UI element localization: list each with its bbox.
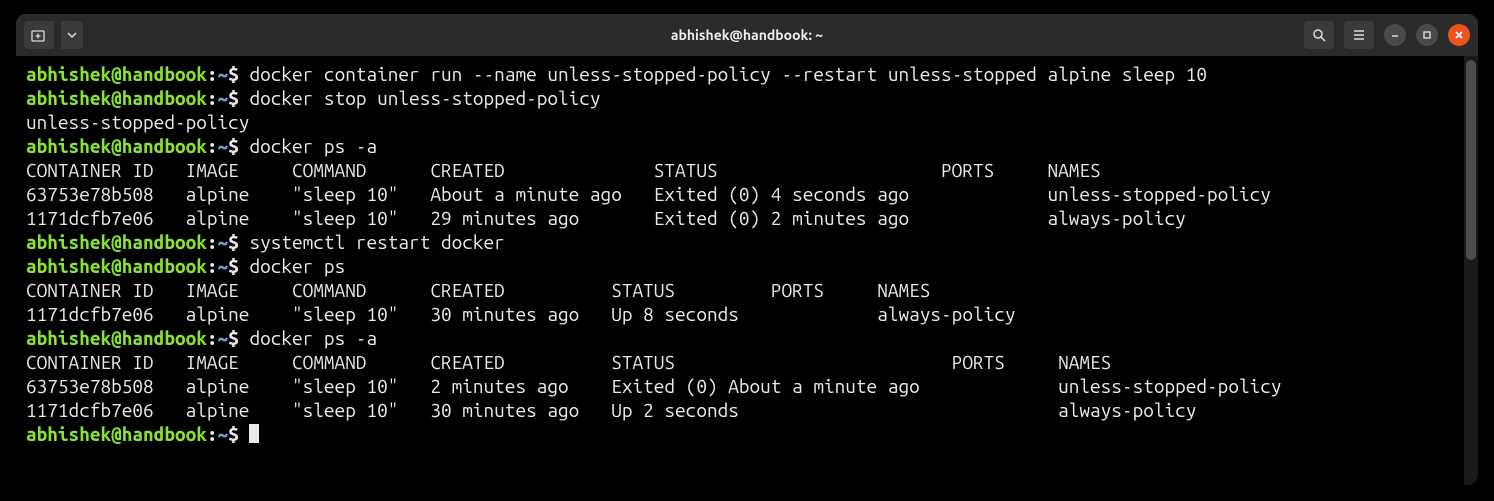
prompt-user-host: abhishek@handbook [26, 63, 207, 85]
prompt-colon: : [207, 135, 218, 157]
prompt-user-host: abhishek@handbook [26, 423, 207, 445]
window-title: abhishek@handbook: ~ [16, 27, 1478, 43]
prompt-user-host: abhishek@handbook [26, 87, 207, 109]
prompt-user-host: abhishek@handbook [26, 135, 207, 157]
prompt-dollar: $ [228, 63, 239, 85]
prompt-path: ~ [218, 135, 229, 157]
prompt-colon: : [207, 87, 218, 109]
search-icon [1312, 28, 1326, 42]
terminal-line: abhishek@handbook:~$ docker ps -a [26, 326, 1456, 350]
terminal-line: abhishek@handbook:~$ docker ps [26, 254, 1456, 278]
prompt-path: ~ [218, 423, 229, 445]
command-text: docker ps -a [239, 135, 377, 157]
chevron-down-icon [67, 30, 77, 40]
terminal-window: abhishek@handbook: ~ abhishek@handbook:~… [16, 14, 1478, 485]
terminal-line: 1171dcfb7e06 alpine "sleep 10" 30 minute… [26, 302, 1456, 326]
minimize-icon [1390, 30, 1400, 40]
new-tab-button[interactable] [24, 21, 54, 49]
window-minimize-button[interactable] [1384, 24, 1406, 46]
prompt-colon: : [207, 255, 218, 277]
prompt-dollar: $ [228, 87, 239, 109]
terminal-line: abhishek@handbook:~$ docker ps -a [26, 134, 1456, 158]
command-text [239, 423, 250, 445]
new-tab-menu-button[interactable] [61, 21, 83, 49]
prompt-dollar: $ [228, 231, 239, 253]
terminal-line: abhishek@handbook:~$ docker stop unless-… [26, 86, 1456, 110]
hamburger-icon [1352, 28, 1366, 42]
command-text: systemctl restart docker [239, 231, 505, 253]
prompt-colon: : [207, 63, 218, 85]
prompt-path: ~ [218, 231, 229, 253]
titlebar-left-group [24, 21, 83, 49]
command-text: docker container run --name unless-stopp… [239, 63, 1207, 85]
terminal-body: abhishek@handbook:~$ docker container ru… [16, 56, 1478, 485]
terminal-line: 1171dcfb7e06 alpine "sleep 10" 30 minute… [26, 398, 1456, 422]
scrollbar-track[interactable] [1464, 56, 1478, 485]
terminal-line: CONTAINER ID IMAGE COMMAND CREATED STATU… [26, 278, 1456, 302]
terminal-line: abhishek@handbook:~$ docker container ru… [26, 62, 1456, 86]
plus-tab-icon [31, 28, 47, 42]
prompt-user-host: abhishek@handbook [26, 327, 207, 349]
close-icon [1454, 30, 1464, 40]
terminal-line: abhishek@handbook:~$ [26, 422, 1456, 446]
search-button[interactable] [1304, 21, 1334, 49]
terminal-line: CONTAINER ID IMAGE COMMAND CREATED STATU… [26, 158, 1456, 182]
prompt-dollar: $ [228, 255, 239, 277]
command-text: docker stop unless-stopped-policy [239, 87, 601, 109]
prompt-dollar: $ [228, 327, 239, 349]
terminal-line: CONTAINER ID IMAGE COMMAND CREATED STATU… [26, 350, 1456, 374]
prompt-colon: : [207, 231, 218, 253]
terminal-line: 1171dcfb7e06 alpine "sleep 10" 29 minute… [26, 206, 1456, 230]
command-text: docker ps -a [239, 327, 377, 349]
prompt-path: ~ [218, 327, 229, 349]
prompt-colon: : [207, 327, 218, 349]
prompt-user-host: abhishek@handbook [26, 231, 207, 253]
prompt-path: ~ [218, 87, 229, 109]
terminal-line: 63753e78b508 alpine "sleep 10" 2 minutes… [26, 374, 1456, 398]
prompt-dollar: $ [228, 423, 239, 445]
terminal-line: abhishek@handbook:~$ systemctl restart d… [26, 230, 1456, 254]
maximize-icon [1422, 30, 1432, 40]
cursor [249, 424, 259, 443]
hamburger-menu-button[interactable] [1344, 21, 1374, 49]
terminal-output[interactable]: abhishek@handbook:~$ docker container ru… [16, 56, 1464, 485]
window-close-button[interactable] [1448, 24, 1470, 46]
prompt-path: ~ [218, 63, 229, 85]
scrollbar-thumb[interactable] [1466, 60, 1476, 260]
titlebar: abhishek@handbook: ~ [16, 14, 1478, 56]
terminal-line: 63753e78b508 alpine "sleep 10" About a m… [26, 182, 1456, 206]
prompt-colon: : [207, 423, 218, 445]
window-maximize-button[interactable] [1416, 24, 1438, 46]
titlebar-right-group [1304, 21, 1470, 49]
prompt-user-host: abhishek@handbook [26, 255, 207, 277]
prompt-path: ~ [218, 255, 229, 277]
prompt-dollar: $ [228, 135, 239, 157]
terminal-line: unless-stopped-policy [26, 110, 1456, 134]
command-text: docker ps [239, 255, 345, 277]
